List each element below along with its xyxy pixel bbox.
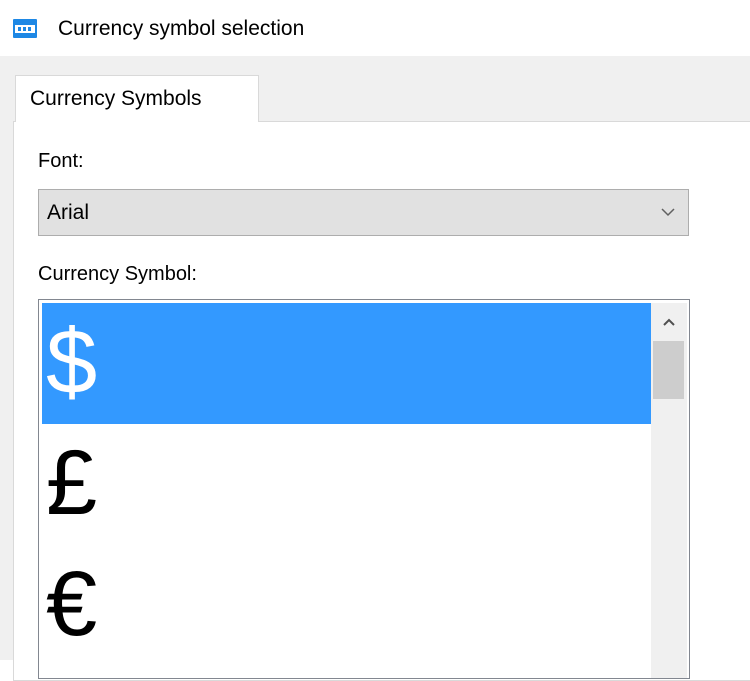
currency-symbol: £ <box>46 432 98 534</box>
currency-symbol-list[interactable]: $ £ € <box>38 299 690 679</box>
list-item-dollar[interactable]: $ <box>42 303 651 424</box>
window-title: Currency symbol selection <box>58 17 305 40</box>
window-titlebar[interactable]: Currency symbol selection <box>0 0 750 56</box>
list-item-pound[interactable]: £ <box>42 424 651 545</box>
list-item-euro[interactable]: € <box>42 545 651 666</box>
currency-symbol: $ <box>46 311 98 413</box>
chevron-down-icon[interactable] <box>660 204 676 220</box>
font-label: Font: <box>38 150 84 172</box>
scroll-up-arrow-icon[interactable] <box>651 303 687 339</box>
currency-symbol-label: Currency Symbol: <box>38 263 197 285</box>
dialog-window-icon <box>13 19 37 38</box>
vertical-scrollbar[interactable] <box>651 303 687 678</box>
tab-label: Currency Symbols <box>30 87 202 110</box>
currency-symbol: € <box>46 553 98 655</box>
tab-currency-symbols[interactable]: Currency Symbols <box>15 75 259 122</box>
font-dropdown-value: Arial <box>47 201 90 224</box>
font-dropdown[interactable]: Arial <box>38 189 689 236</box>
scrollbar-thumb[interactable] <box>653 341 684 399</box>
